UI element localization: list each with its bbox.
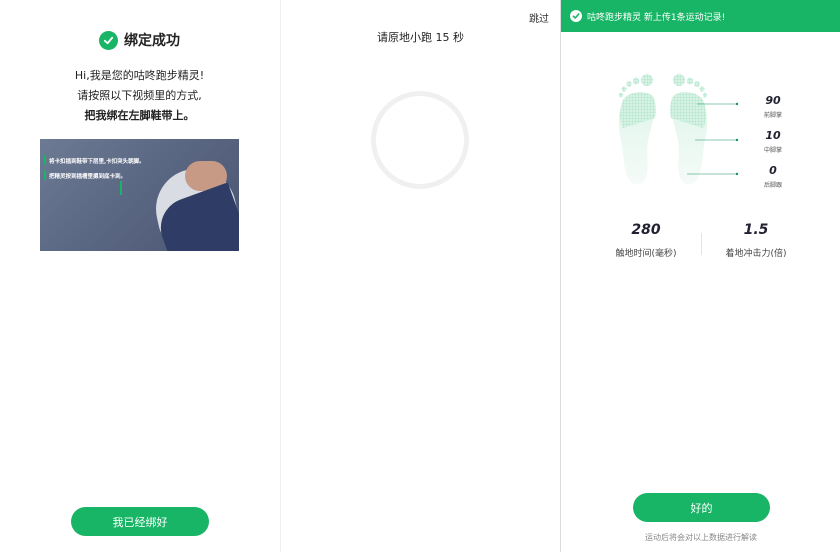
stat-contact-time-label: 触地时间(毫秒) (615, 249, 677, 259)
check-circle-icon (99, 30, 118, 50)
progress-ring (371, 91, 469, 189)
binding-success-panel: 绑定成功 Hi,我是您的咕咚跑步精灵! 请按照以下视频里的方式, 把我绑在左脚鞋… (0, 0, 279, 552)
metric-midfoot: 10 中脚掌 (758, 129, 788, 154)
video-caption-2: 把精灵按到插槽里摁到底卡到。 (49, 174, 127, 180)
running-test-panel: 跳过 请原地小跑 15 秒 (280, 0, 559, 552)
stat-impact-force: 1.5 着地冲击力(倍) (701, 222, 811, 259)
stat-contact-time: 280 触地时间(毫秒) (591, 222, 701, 259)
run-instruction: 请原地小跑 15 秒 (377, 31, 464, 44)
skip-link[interactable]: 跳过 (529, 10, 549, 25)
stat-impact-force-label: 着地冲击力(倍) (725, 249, 787, 259)
upload-toast: 咕咚跑步精灵 新上传1条运动记录! (561, 0, 840, 32)
metric-midfoot-label: 中脚掌 (763, 147, 782, 154)
metric-midfoot-value: 10 (765, 129, 781, 142)
success-title: 绑定成功 (124, 33, 180, 49)
check-circle-icon (570, 10, 582, 22)
video-caption-1: 将卡扣插到鞋带下层里,卡扣突头朝脚。 (49, 159, 145, 165)
bound-confirm-button[interactable]: 我已经绑好 (71, 507, 209, 536)
metric-heel: 0 后脚跟 (758, 164, 788, 189)
stats-divider (701, 233, 702, 255)
intro-line-2: 请按照以下视频里的方式, (77, 89, 202, 102)
stat-impact-force-value: 1.5 (743, 222, 769, 238)
footnote: 运动后将会对以上数据进行解读 (645, 533, 757, 542)
metric-heel-label: 后脚跟 (763, 182, 782, 189)
result-panel: 咕咚跑步精灵 新上传1条运动记录! 90 前脚掌 10 中脚掌 0 后脚跟 28… (560, 0, 840, 552)
ok-button[interactable]: 好的 (633, 493, 770, 522)
metric-heel-value: 0 (769, 164, 777, 177)
intro-text: Hi,我是您的咕咚跑步精灵! 请按照以下视频里的方式, 把我绑在左脚鞋带上。 (0, 66, 279, 126)
intro-line-1: Hi,我是您的咕咚跑步精灵! (74, 69, 205, 82)
toast-message: 咕咚跑步精灵 新上传1条运动记录! (587, 12, 726, 23)
stat-contact-time-value: 280 (631, 222, 661, 238)
caption-bar-2 (44, 170, 46, 180)
right-foot (670, 74, 708, 185)
metric-forefoot-value: 90 (765, 94, 781, 107)
left-foot (618, 74, 656, 185)
caption-bar-1 (44, 155, 46, 165)
video-progress-marker (120, 181, 122, 195)
metric-forefoot-label: 前脚掌 (763, 112, 782, 119)
metric-forefoot: 90 前脚掌 (758, 94, 788, 119)
success-header: 绑定成功 (0, 30, 279, 50)
footprint-icon (618, 74, 739, 185)
intro-line-3: 把我绑在左脚鞋带上。 (84, 109, 195, 122)
tutorial-video[interactable]: 将卡扣插到鞋带下层里,卡扣突头朝脚。 把精灵按到插槽里摁到底卡到。 (40, 139, 239, 251)
